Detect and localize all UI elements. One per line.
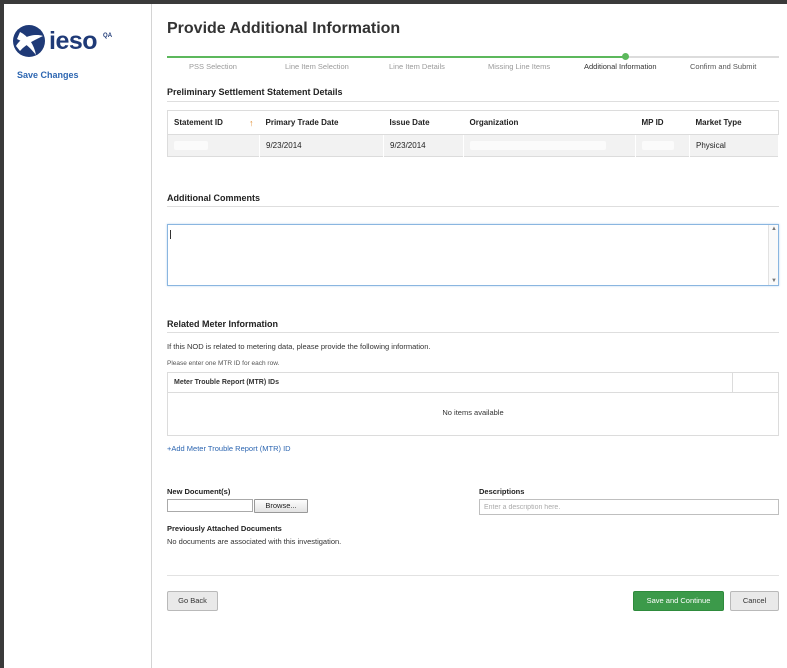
descriptions-label: Descriptions	[479, 487, 525, 496]
col-mtr-ids: Meter Trouble Report (MTR) IDs	[174, 379, 280, 386]
stepper-progress	[167, 56, 625, 58]
wizard-stepper: PSS Selection Line Item Selection Line I…	[167, 48, 779, 78]
table-header-row: Meter Trouble Report (MTR) IDs	[168, 373, 778, 393]
environment-badge: QA	[103, 33, 113, 39]
pss-table: Statement ID ↑ Primary Trade Date Issue …	[167, 110, 779, 157]
table-header-row: Statement ID ↑ Primary Trade Date Issue …	[167, 110, 779, 135]
issue-date-cell: 9/23/2014	[383, 134, 464, 157]
sidebar: ieso QA Save Changes	[4, 4, 152, 668]
step-line-item-details: Line Item Details	[389, 62, 445, 71]
go-back-button[interactable]: Go Back	[167, 591, 218, 611]
mtr-table: Meter Trouble Report (MTR) IDs No items …	[167, 372, 779, 436]
scroll-down-arrow-icon[interactable]: ▼	[769, 278, 779, 284]
ieso-logo: ieso QA	[12, 24, 112, 58]
meter-section-title: Related Meter Information	[167, 319, 279, 329]
redacted-mp-id	[642, 141, 674, 151]
main-content: Provide Additional Information PSS Selec…	[167, 0, 779, 668]
primary-trade-date-cell: 9/23/2014	[259, 134, 384, 157]
table-row[interactable]: 9/23/2014 9/23/2014 Physical	[167, 134, 779, 157]
col-statement-id[interactable]: Statement ID ↑	[167, 110, 260, 135]
step-pss-selection: PSS Selection	[189, 62, 237, 71]
empty-state-text: No items available	[442, 408, 504, 417]
meter-intro-text: If this NOD is related to metering data,…	[167, 342, 431, 351]
step-line-item-selection: Line Item Selection	[285, 62, 349, 71]
step-missing-line-items: Missing Line Items	[488, 62, 551, 71]
new-documents-label: New Document(s)	[167, 487, 231, 496]
redacted-organization	[470, 141, 606, 151]
step-additional-information: Additional Information	[584, 62, 657, 71]
redacted-statement-id	[174, 141, 208, 151]
save-and-continue-button[interactable]: Save and Continue	[633, 591, 724, 611]
stepper-current-marker	[622, 53, 629, 60]
sort-ascending-icon: ↑	[249, 117, 254, 128]
divider	[167, 101, 779, 102]
statement-id-cell	[167, 134, 260, 157]
save-changes-link[interactable]: Save Changes	[17, 70, 79, 80]
organization-cell	[463, 134, 636, 157]
col-organization[interactable]: Organization	[463, 110, 636, 135]
cancel-button[interactable]: Cancel	[730, 591, 779, 611]
previous-documents-label: Previously Attached Documents	[167, 524, 282, 533]
divider	[167, 575, 779, 576]
mp-id-cell	[635, 134, 690, 157]
description-input[interactable]	[479, 499, 779, 515]
divider	[167, 332, 779, 333]
col-primary-trade-date[interactable]: Primary Trade Date	[259, 110, 384, 135]
divider	[167, 206, 779, 207]
scroll-up-arrow-icon[interactable]: ▲	[769, 226, 779, 232]
comments-section-title: Additional Comments	[167, 193, 261, 203]
col-mp-id[interactable]: MP ID	[635, 110, 690, 135]
col-actions	[732, 373, 778, 392]
add-mtr-id-link[interactable]: +Add Meter Trouble Report (MTR) ID	[167, 444, 291, 453]
page-title: Provide Additional Information	[167, 20, 401, 37]
globe-logo-icon	[13, 25, 45, 57]
pss-section-title: Preliminary Settlement Statement Details	[167, 87, 343, 97]
step-confirm-and-submit: Confirm and Submit	[690, 62, 757, 71]
textarea-scrollbar[interactable]: ▲ ▼	[768, 225, 778, 285]
text-cursor	[170, 230, 171, 239]
no-documents-text: No documents are associated with this in…	[167, 537, 342, 546]
col-issue-date[interactable]: Issue Date	[383, 110, 464, 135]
file-path-field[interactable]	[167, 499, 253, 512]
col-market-type[interactable]: Market Type	[689, 110, 779, 135]
logo-text: ieso	[49, 26, 98, 55]
browse-button[interactable]: Browse...	[254, 499, 308, 513]
meter-hint-text: Please enter one MTR ID for each row.	[167, 360, 280, 367]
market-type-cell: Physical	[689, 134, 779, 157]
comments-textarea[interactable]: ▲ ▼	[167, 224, 779, 286]
